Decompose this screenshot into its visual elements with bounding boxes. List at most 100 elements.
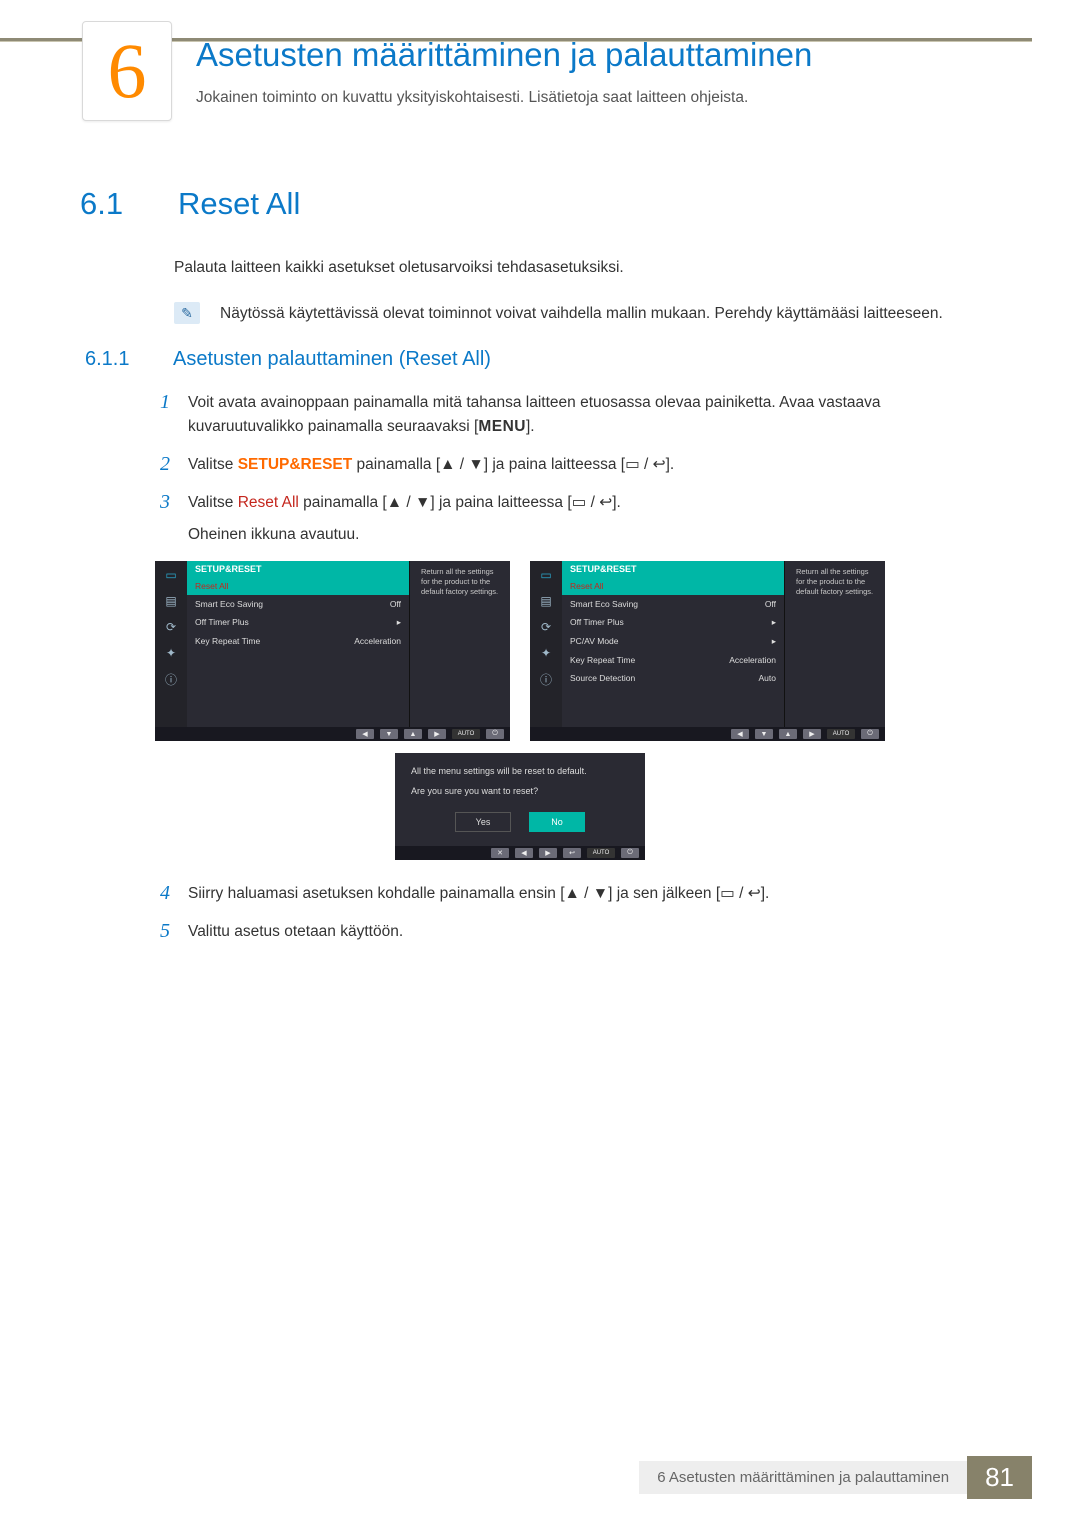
nav-right-button[interactable]: ▶: [539, 848, 557, 858]
osd-value: Acceleration: [354, 636, 401, 646]
auto-button[interactable]: AUTO: [452, 729, 480, 739]
osd-side-icons: ▭ ▤ ⟳ ✦ ⓘ: [530, 561, 562, 727]
subsection-title: Asetusten palauttaminen (Reset All): [173, 348, 491, 371]
up-down-icon: ▲ / ▼: [387, 494, 431, 511]
step-3-c: ] ja paina laitteessa [: [430, 494, 571, 511]
osd-value: ▸: [397, 617, 401, 628]
reset-dialog-wrap: All the menu settings will be reset to d…: [80, 753, 960, 860]
step-4-a: Siirry haluamasi asetuksen kohdalle pain…: [188, 885, 565, 902]
step-text: Voit avata avainoppaan painamalla mitä t…: [188, 391, 960, 439]
osd-header: SETUP&RESET: [562, 561, 784, 577]
nav-right-button[interactable]: ▶: [803, 729, 821, 739]
step-4: 4 Siirry haluamasi asetuksen kohdalle pa…: [152, 882, 960, 906]
osd-item-reset[interactable]: Reset All: [562, 577, 784, 595]
step-text: Valitse Reset All painamalla [▲ / ▼] ja …: [188, 491, 960, 547]
osd-value: ▸: [772, 636, 776, 647]
step-2-c: ] ja paina laitteessa [: [484, 456, 625, 473]
osd-item-pcav[interactable]: PC/AV Mode ▸: [562, 632, 784, 651]
power-button[interactable]: ⏻: [486, 729, 504, 739]
chapter-number: 6: [108, 26, 147, 116]
auto-button[interactable]: AUTO: [827, 729, 855, 739]
osd-title: SETUP&RESET: [570, 564, 637, 574]
step-4-c: ].: [761, 885, 770, 902]
nav-right-button[interactable]: ▶: [428, 729, 446, 739]
step-number: 1: [152, 391, 170, 414]
step-1: 1 Voit avata avainoppaan painamalla mitä…: [152, 391, 960, 439]
step-2-b: painamalla [: [352, 456, 440, 473]
section-title: Reset All: [178, 186, 300, 222]
osd-item-timer[interactable]: Off Timer Plus▸: [562, 613, 784, 632]
settings-icon: ⟳: [538, 621, 554, 633]
power-button[interactable]: ⏻: [621, 848, 639, 858]
up-down-icon: ▲ / ▼: [565, 885, 609, 902]
nav-left-button[interactable]: ◀: [356, 729, 374, 739]
step-3-d: ].: [612, 494, 621, 511]
reset-dialog-footer: ✕ ◀ ▶ ↩ AUTO ⏻: [395, 846, 645, 860]
note-icon: ✎: [174, 302, 200, 324]
subsection-number: 6.1.1: [85, 348, 151, 371]
nav-up-button[interactable]: ▲: [779, 729, 797, 739]
reset-dialog-buttons: Yes No: [395, 804, 645, 846]
nav-down-button[interactable]: ▼: [380, 729, 398, 739]
osd-main: SETUP&RESET Reset All Smart Eco SavingOf…: [187, 561, 410, 727]
osd-label: Source Detection: [570, 673, 635, 683]
enter-icon: ▭ / ↩: [625, 456, 666, 473]
osd-label: Smart Eco Saving: [570, 599, 638, 609]
step-number: 3: [152, 491, 170, 514]
monitor-icon: ▭: [538, 569, 554, 581]
nav-left-button[interactable]: ◀: [515, 848, 533, 858]
info-icon: ⓘ: [163, 673, 179, 685]
step-number: 4: [152, 882, 170, 905]
chapter-title: Asetusten määrittäminen ja palauttaminen: [196, 36, 812, 74]
footer-chapter-label: 6 Asetusten määrittäminen ja palauttamin…: [639, 1461, 967, 1494]
chapter-number-box: 6: [82, 21, 172, 121]
step-text: Valitse SETUP&RESET painamalla [▲ / ▼] j…: [188, 453, 960, 477]
close-button[interactable]: ✕: [491, 848, 509, 858]
setup-reset-keyword: SETUP&RESET: [238, 456, 353, 473]
reset-dialog-body: All the menu settings will be reset to d…: [395, 753, 645, 804]
power-button[interactable]: ⏻: [861, 729, 879, 739]
step-1-text-b: ].: [526, 418, 535, 435]
picture-icon: ▤: [163, 595, 179, 607]
osd-item-timer[interactable]: Off Timer Plus ▸: [187, 613, 409, 632]
page-footer: 6 Asetusten määrittäminen ja palauttamin…: [639, 1456, 1032, 1499]
nav-down-button[interactable]: ▼: [755, 729, 773, 739]
reset-dialog-line2: Are you sure you want to reset?: [411, 785, 629, 799]
osd-label: PC/AV Mode: [570, 636, 619, 647]
reset-no-button[interactable]: No: [529, 812, 585, 832]
osd-value: Auto: [759, 673, 777, 683]
osd-description: Return all the settings for the product …: [788, 561, 885, 647]
step-4-b: ] ja sen jälkeen [: [608, 885, 720, 902]
nav-up-button[interactable]: ▲: [404, 729, 422, 739]
enter-icon: ▭ / ↩: [572, 494, 613, 511]
gear-icon: ✦: [163, 647, 179, 659]
osd-panel-left: ▭ ▤ ⟳ ✦ ⓘ SETUP&RESET Reset All Smart Ec…: [155, 561, 510, 741]
osd-item-key[interactable]: Key Repeat TimeAcceleration: [187, 632, 409, 650]
reset-yes-button[interactable]: Yes: [455, 812, 511, 832]
osd-item-eco[interactable]: Smart Eco SavingOff: [187, 595, 409, 613]
gear-icon: ✦: [538, 647, 554, 659]
step-number: 5: [152, 920, 170, 943]
osd-description: Return all the settings for the product …: [413, 561, 510, 647]
osd-label: Smart Eco Saving: [195, 599, 263, 609]
step-number: 2: [152, 453, 170, 476]
osd-item-src[interactable]: Source Detection Auto: [562, 669, 784, 687]
osd-label: Reset All: [195, 581, 229, 591]
nav-left-button[interactable]: ◀: [731, 729, 749, 739]
osd-footer: ◀ ▼ ▲ ▶ AUTO ⏻: [155, 727, 510, 741]
osd-label: Off Timer Plus: [570, 617, 624, 628]
reset-dialog-line1: All the menu settings will be reset to d…: [411, 765, 629, 779]
osd-label: Off Timer Plus: [195, 617, 249, 628]
enter-button[interactable]: ↩: [563, 848, 581, 858]
step-3-a: Valitse: [188, 494, 238, 511]
osd-label: Key Repeat Time: [570, 655, 635, 665]
osd-item-eco[interactable]: Smart Eco SavingOff: [562, 595, 784, 613]
osd-main: SETUP&RESET Reset All Smart Eco SavingOf…: [562, 561, 785, 727]
auto-button[interactable]: AUTO: [587, 848, 615, 858]
monitor-icon: ▭: [163, 569, 179, 581]
osd-panel-right: ▭ ▤ ⟳ ✦ ⓘ SETUP&RESET Reset All Smart Ec…: [530, 561, 885, 741]
osd-item-reset[interactable]: Reset All: [187, 577, 409, 595]
step-3-sub: Oheinen ikkuna avautuu.: [188, 523, 960, 547]
picture-icon: ▤: [538, 595, 554, 607]
osd-item-key[interactable]: Key Repeat TimeAcceleration: [562, 651, 784, 669]
